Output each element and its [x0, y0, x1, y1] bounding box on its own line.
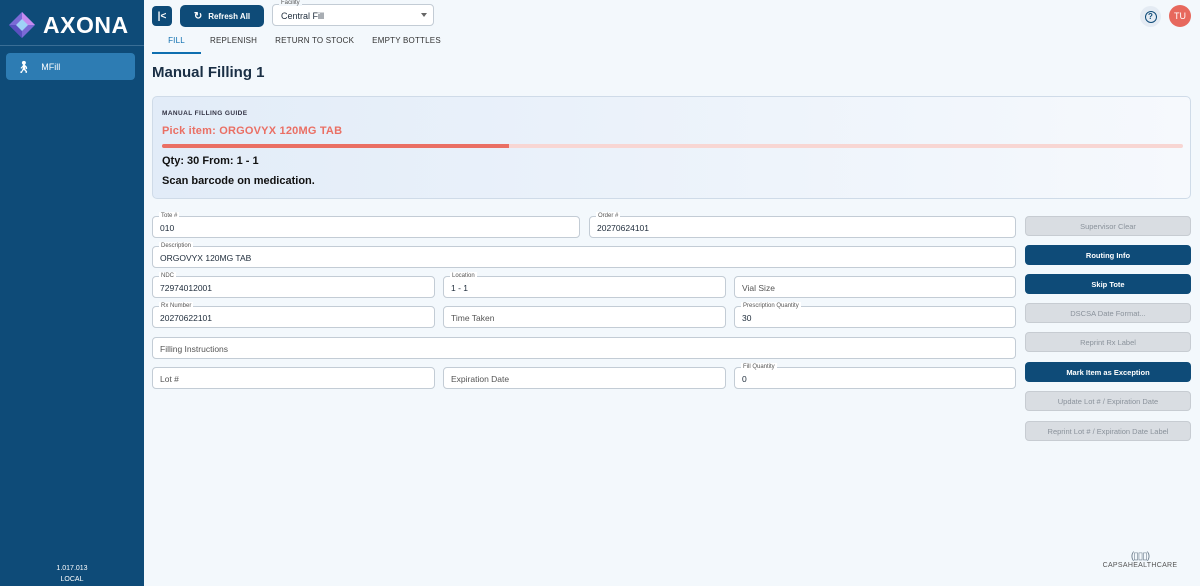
user-avatar[interactable]: TU: [1169, 5, 1191, 27]
supervisor-clear-button[interactable]: Supervisor Clear: [1025, 216, 1191, 236]
vial-size-placeholder: Vial Size: [742, 283, 775, 293]
ndc-field[interactable]: NDC 72974012001: [152, 272, 435, 298]
vial-size-field[interactable]: Vial Size: [734, 276, 1016, 298]
refresh-all-button[interactable]: ↻ Refresh All: [180, 5, 264, 27]
refresh-all-label: Refresh All: [208, 11, 251, 21]
rx-number-value: 20270622101: [160, 313, 213, 323]
app-environment: LOCAL: [60, 576, 84, 583]
manual-filling-guide: MANUAL FILLING GUIDE Pick item: ORGOVYX …: [152, 96, 1191, 199]
guide-instruction: Scan barcode on medication.: [162, 175, 315, 187]
prescription-quantity-value: 30: [742, 313, 752, 323]
description-field[interactable]: Description ORGOVYX 120MG TAB: [152, 242, 1016, 268]
sidebar-item-mfill[interactable]: 🚶︎ MFill: [6, 53, 135, 80]
order-label: Order #: [596, 212, 621, 220]
lot-field[interactable]: Lot #: [152, 367, 435, 389]
rx-number-field[interactable]: Rx Number 20270622101: [152, 302, 435, 328]
expiration-date-placeholder: Expiration Date: [451, 374, 510, 384]
capsa-mark-icon: (▯▯▯): [1130, 551, 1150, 562]
question-icon: ?: [1144, 10, 1157, 23]
filling-instructions-field[interactable]: Filling Instructions: [152, 337, 1016, 359]
tab-fill[interactable]: FILL: [152, 34, 201, 54]
rx-number-label: Rx Number: [159, 302, 194, 310]
sidebar: AXONA 🚶︎ MFill 1.017.013 LOCAL: [0, 0, 144, 586]
capsa-logo: (▯▯▯) CAPSAHEALTHCARE: [1094, 551, 1186, 569]
brand-name: AXONA: [43, 11, 129, 38]
collapse-sidebar-button[interactable]: |<: [152, 6, 172, 26]
prescription-quantity-label: Prescription Quantity: [741, 302, 801, 310]
location-value: 1 - 1: [451, 283, 469, 293]
guide-caption: MANUAL FILLING GUIDE: [162, 110, 248, 117]
tote-label: Tote #: [159, 212, 180, 220]
ndc-value: 72974012001: [160, 283, 213, 293]
location-label: Location: [450, 272, 477, 280]
lot-placeholder: Lot #: [160, 374, 179, 384]
time-taken-placeholder: Time Taken: [451, 313, 495, 323]
fill-quantity-value: 0: [742, 374, 747, 384]
expiration-date-field[interactable]: Expiration Date: [443, 367, 726, 389]
guide-pick-item: Pick item: ORGOVYX 120MG TAB: [162, 125, 343, 137]
tab-empty-bottles[interactable]: EMPTY BOTTLES: [363, 34, 450, 54]
dscsa-date-format-button[interactable]: DSCSA Date Format...: [1025, 303, 1191, 323]
guide-qty-line: Qty: 30 From: 1 - 1: [162, 155, 259, 167]
routing-info-button[interactable]: Routing Info: [1025, 245, 1191, 265]
axona-logo-icon: [9, 12, 35, 38]
reprint-lot-expiration-label-button[interactable]: Reprint Lot # / Expiration Date Label: [1025, 421, 1191, 441]
mark-exception-button[interactable]: Mark Item as Exception: [1025, 362, 1191, 382]
fill-quantity-label: Fill Quantity: [741, 363, 777, 371]
facility-select[interactable]: Facility Central Fill: [272, 0, 434, 26]
page-title: Manual Filling 1: [152, 64, 265, 81]
order-field[interactable]: Order # 20270624101: [589, 212, 1016, 238]
collapse-left-icon: |<: [157, 10, 167, 22]
reprint-rx-label-button[interactable]: Reprint Rx Label: [1025, 332, 1191, 352]
fill-quantity-field[interactable]: Fill Quantity 0: [734, 363, 1016, 389]
tab-replenish[interactable]: REPLENISH: [201, 34, 266, 54]
guide-progress-bar: [162, 144, 1183, 148]
time-taken-field[interactable]: Time Taken: [443, 306, 726, 328]
tote-field[interactable]: Tote # 010: [152, 212, 580, 238]
sidebar-item-label: MFill: [41, 61, 61, 72]
tab-bar: FILL REPLENISH RETURN TO STOCK EMPTY BOT…: [152, 34, 450, 54]
facility-label: Facility: [279, 0, 302, 6]
refresh-icon: ↻: [193, 10, 203, 22]
sidebar-divider: [0, 45, 144, 46]
app-version: 1.017.013: [56, 565, 88, 572]
ndc-label: NDC: [159, 272, 176, 280]
location-field[interactable]: Location 1 - 1: [443, 272, 726, 298]
filling-instructions-placeholder: Filling Instructions: [160, 344, 229, 354]
brand-logo: AXONA: [8, 10, 129, 40]
capsa-company-name: CAPSAHEALTHCARE: [1102, 562, 1178, 569]
help-button[interactable]: ?: [1140, 6, 1161, 27]
skip-tote-button[interactable]: Skip Tote: [1025, 274, 1191, 294]
prescription-quantity-field[interactable]: Prescription Quantity 30: [734, 302, 1016, 328]
walking-person-icon: 🚶︎: [16, 59, 32, 74]
tab-return-to-stock[interactable]: RETURN TO STOCK: [266, 34, 363, 54]
guide-progress-fill: [162, 144, 510, 148]
chevron-down-icon: [421, 13, 427, 17]
facility-value: Central Fill: [281, 11, 325, 21]
description-value: ORGOVYX 120MG TAB: [160, 253, 252, 263]
order-value: 20270624101: [597, 223, 650, 233]
update-lot-expiration-button[interactable]: Update Lot # / Expiration Date: [1025, 391, 1191, 411]
tote-value: 010: [160, 223, 175, 233]
description-label: Description: [159, 242, 194, 250]
